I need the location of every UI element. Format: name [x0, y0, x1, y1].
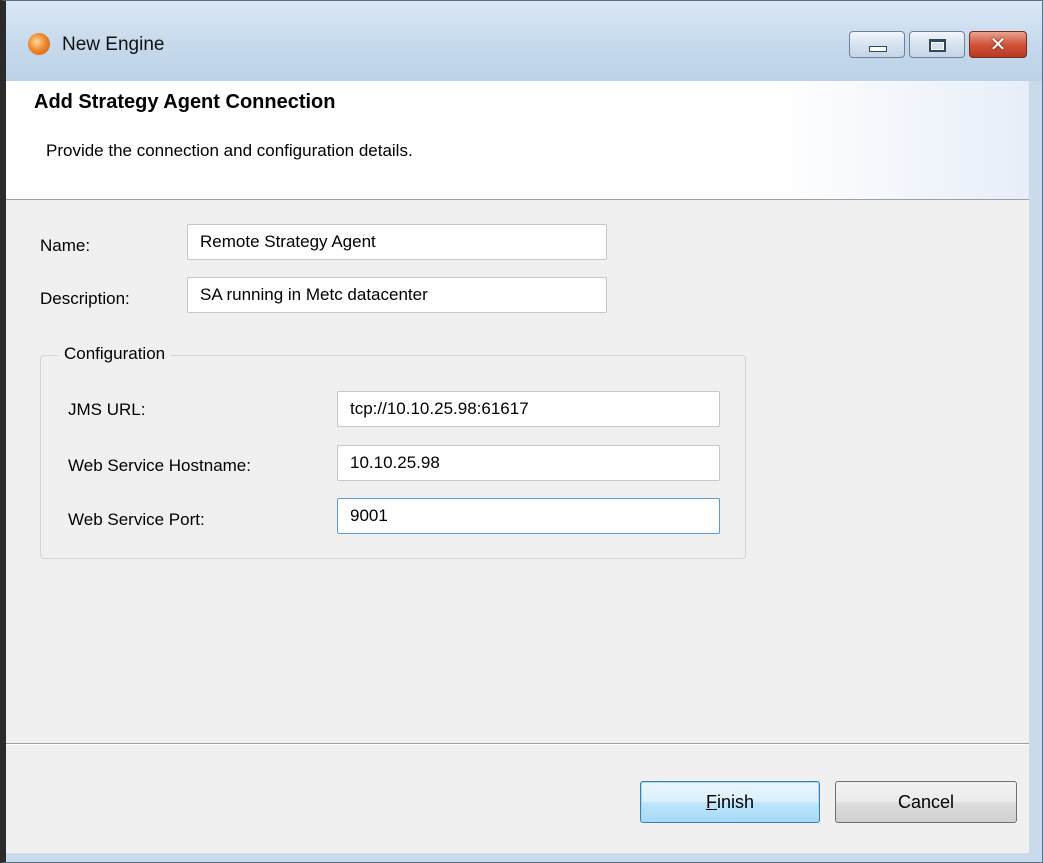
jms-url-label: JMS URL: [68, 400, 146, 419]
description-label: Description: [40, 289, 130, 308]
page-title: Add Strategy Agent Connection [34, 91, 336, 113]
finish-label-rest: inish [716, 792, 755, 812]
web-service-hostname-field[interactable] [337, 445, 720, 481]
minimize-button[interactable] [849, 31, 905, 58]
minimize-icon [850, 32, 904, 57]
close-icon: ✕ [989, 32, 1007, 56]
page-description: Provide the connection and configuration… [46, 141, 413, 160]
footer-separator [6, 743, 1029, 745]
maximize-icon [910, 32, 964, 57]
web-service-hostname-label: Web Service Hostname: [68, 456, 251, 475]
finish-mnemonic: F [705, 792, 717, 812]
new-engine-dialog: New Engine ✕ Add Strategy Agent Connecti… [0, 0, 1043, 863]
configuration-group-title: Configuration [58, 344, 172, 364]
name-field[interactable] [187, 224, 607, 260]
close-button[interactable]: ✕ [969, 31, 1027, 58]
web-service-port-label: Web Service Port: [68, 510, 205, 529]
cancel-button[interactable]: Cancel [835, 781, 1017, 823]
jms-url-field[interactable] [337, 391, 720, 427]
wizard-banner: Add Strategy Agent Connection Provide th… [6, 81, 1029, 200]
maximize-button[interactable] [909, 31, 965, 58]
finish-button[interactable]: Finish [640, 781, 820, 823]
title-bar[interactable]: New Engine ✕ [6, 1, 1042, 81]
name-label: Name: [40, 236, 91, 255]
engine-app-icon [28, 33, 50, 55]
web-service-port-field[interactable] [337, 498, 720, 534]
dialog-body: Add Strategy Agent Connection Provide th… [6, 81, 1029, 853]
description-field[interactable] [187, 277, 607, 313]
window-title: New Engine [62, 34, 165, 55]
